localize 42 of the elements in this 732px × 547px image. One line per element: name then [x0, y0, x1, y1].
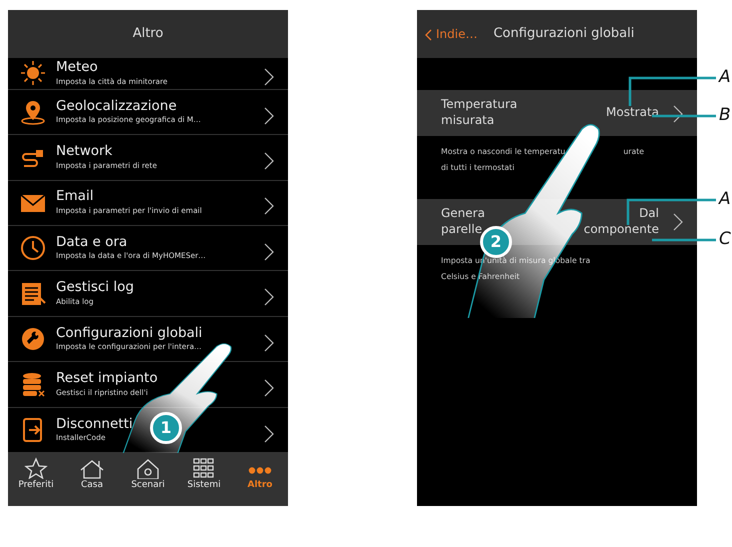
- menu-item-title: Data e ora: [56, 234, 128, 250]
- setting-label: parelle: [441, 222, 482, 236]
- tab[interactable]: Sistemi: [176, 453, 232, 506]
- screen-title: Altro: [132, 25, 164, 44]
- menu-item-title: Gestisci log: [56, 280, 134, 296]
- menu-item-title: Disconnetti: [56, 416, 133, 432]
- back-button[interactable]: Indie…: [425, 25, 478, 43]
- list-document-icon: [20, 280, 46, 307]
- tab[interactable]: Preferiti: [8, 453, 64, 506]
- callout-label: B: [719, 104, 731, 127]
- chevron-right-icon: [673, 212, 683, 231]
- grid-icon: [192, 457, 216, 480]
- leader-line: [652, 114, 716, 118]
- tab[interactable]: Altro: [232, 453, 288, 506]
- sun-icon: [20, 60, 46, 86]
- menu-item-title: Reset impianto: [56, 371, 158, 387]
- screen-title: Configurazioni globali: [493, 25, 634, 44]
- menu-item-title: Meteo: [56, 60, 99, 76]
- setting-value: Dal componente: [582, 206, 659, 238]
- more-dots-icon: [248, 465, 272, 472]
- tab[interactable]: Scenari: [120, 453, 176, 506]
- setting-label: Genera: [441, 206, 485, 220]
- menu-item-title: Email: [56, 189, 94, 205]
- clock-icon: [20, 235, 46, 262]
- star-icon: [24, 457, 48, 480]
- setting-row[interactable]: Temperatura misurata Mostrata: [417, 90, 697, 136]
- callout-label: A: [719, 66, 731, 89]
- wrench-icon: [20, 326, 46, 352]
- menu-item-title: Configurazioni globali: [56, 326, 202, 342]
- callout-label: A: [719, 188, 731, 211]
- chevron-right-icon: [673, 104, 683, 122]
- callout-label: C: [719, 228, 731, 251]
- house-gear-icon: [136, 457, 160, 480]
- tab[interactable]: Casa: [64, 453, 120, 506]
- setting-value: Mostrata: [606, 105, 659, 121]
- database-icon: [20, 371, 46, 398]
- menu-item-title: Network: [56, 144, 114, 160]
- leader-line: [652, 238, 716, 242]
- menu-item-title: Geolocalizzazione: [56, 98, 178, 114]
- location-pin-icon: [20, 99, 46, 126]
- chevron-left-icon: [425, 28, 432, 41]
- setting-label: Temperatura misurata: [441, 97, 518, 127]
